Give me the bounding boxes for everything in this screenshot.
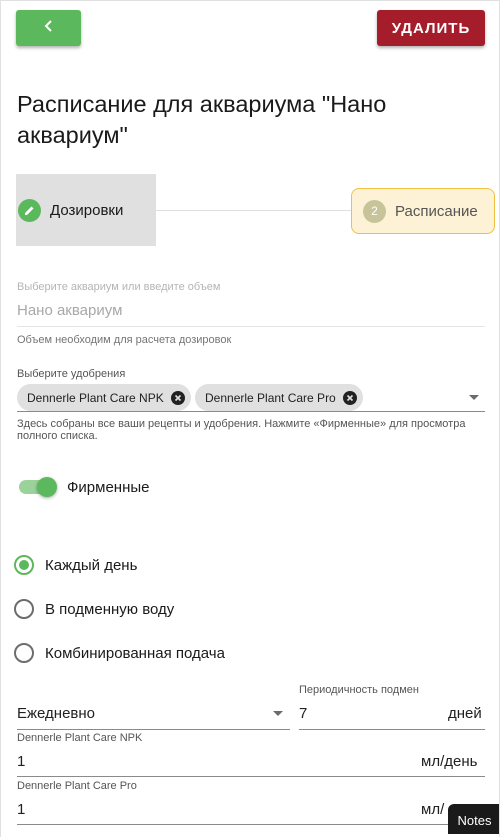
dose-underline	[17, 776, 485, 777]
chip-label: Dennerle Plant Care Pro	[205, 390, 336, 405]
dose-unit: мл/	[421, 801, 445, 818]
dropdown-arrow-icon[interactable]	[469, 395, 479, 400]
step-dosages[interactable]: Дозировки	[16, 174, 156, 246]
dose-input[interactable]: 1	[17, 801, 25, 818]
dose-input[interactable]: 1	[17, 753, 25, 770]
radio-label: Комбинированная подача	[45, 644, 225, 662]
radio-water-change[interactable]: В подменную воду	[14, 599, 174, 619]
aquarium-field-label: Выберите аквариум или введите объем	[17, 281, 221, 293]
water-change-unit: дней	[448, 705, 482, 722]
branded-toggle-label: Фирменные	[67, 479, 150, 496]
radio-button[interactable]	[14, 643, 34, 663]
dropdown-arrow-icon[interactable]	[273, 711, 283, 716]
water-change-input[interactable]: 7	[299, 705, 307, 722]
stepper-connector	[156, 210, 352, 211]
fertilizer-select-underline	[17, 411, 485, 412]
step-label: Дозировки	[50, 201, 124, 219]
aquarium-field-underline	[17, 326, 485, 327]
close-icon[interactable]	[342, 390, 357, 405]
pencil-icon	[18, 198, 41, 222]
step-label: Расписание	[395, 202, 478, 220]
dose-underline	[17, 824, 485, 825]
radio-combined[interactable]: Комбинированная подача	[14, 643, 225, 663]
chevron-left-icon	[44, 19, 54, 37]
water-change-underline	[299, 729, 485, 730]
app-frame: Удалить Расписание для аквариума "Нано а…	[1, 1, 499, 837]
back-button[interactable]	[16, 10, 81, 46]
delete-button[interactable]: Удалить	[377, 10, 485, 46]
radio-label: В подменную воду	[45, 600, 175, 618]
aquarium-field: Нано аквариум	[17, 302, 123, 319]
dose-label: Dennerle Plant Care Pro	[17, 780, 137, 792]
page-title: Расписание для аквариума "Нано аквариум"	[17, 91, 387, 148]
fertilizer-chip[interactable]: Dennerle Plant Care NPK	[17, 384, 191, 411]
water-change-label: Периодичность подмен	[299, 684, 419, 696]
dose-label: Dennerle Plant Care NPK	[17, 732, 143, 744]
fertilizer-helper-text: Здесь собраны все ваши рецепты и удобрен…	[17, 418, 466, 442]
radio-label: Каждый день	[45, 556, 138, 574]
step-number: 2	[363, 199, 386, 223]
close-icon[interactable]	[170, 390, 185, 405]
notes-tab[interactable]: Notes	[448, 804, 499, 834]
toggle-knob[interactable]	[37, 477, 57, 497]
fertilizer-chip[interactable]: Dennerle Plant Care Pro	[195, 384, 363, 411]
dose-unit: мл/день	[421, 753, 478, 770]
chip-label: Dennerle Plant Care NPK	[27, 390, 164, 405]
radio-button[interactable]	[14, 599, 34, 619]
fertilizer-select-label: Выберите удобрения	[17, 368, 126, 380]
radio-every-day[interactable]: Каждый день	[14, 555, 137, 575]
aquarium-helper-text: Объем необходим для расчета дозировок	[17, 334, 232, 346]
frequency-select[interactable]: Ежедневно	[17, 705, 95, 722]
radio-button[interactable]	[14, 555, 34, 575]
step-schedule[interactable]: 2 Расписание	[351, 188, 495, 234]
frequency-select-underline	[17, 729, 290, 730]
